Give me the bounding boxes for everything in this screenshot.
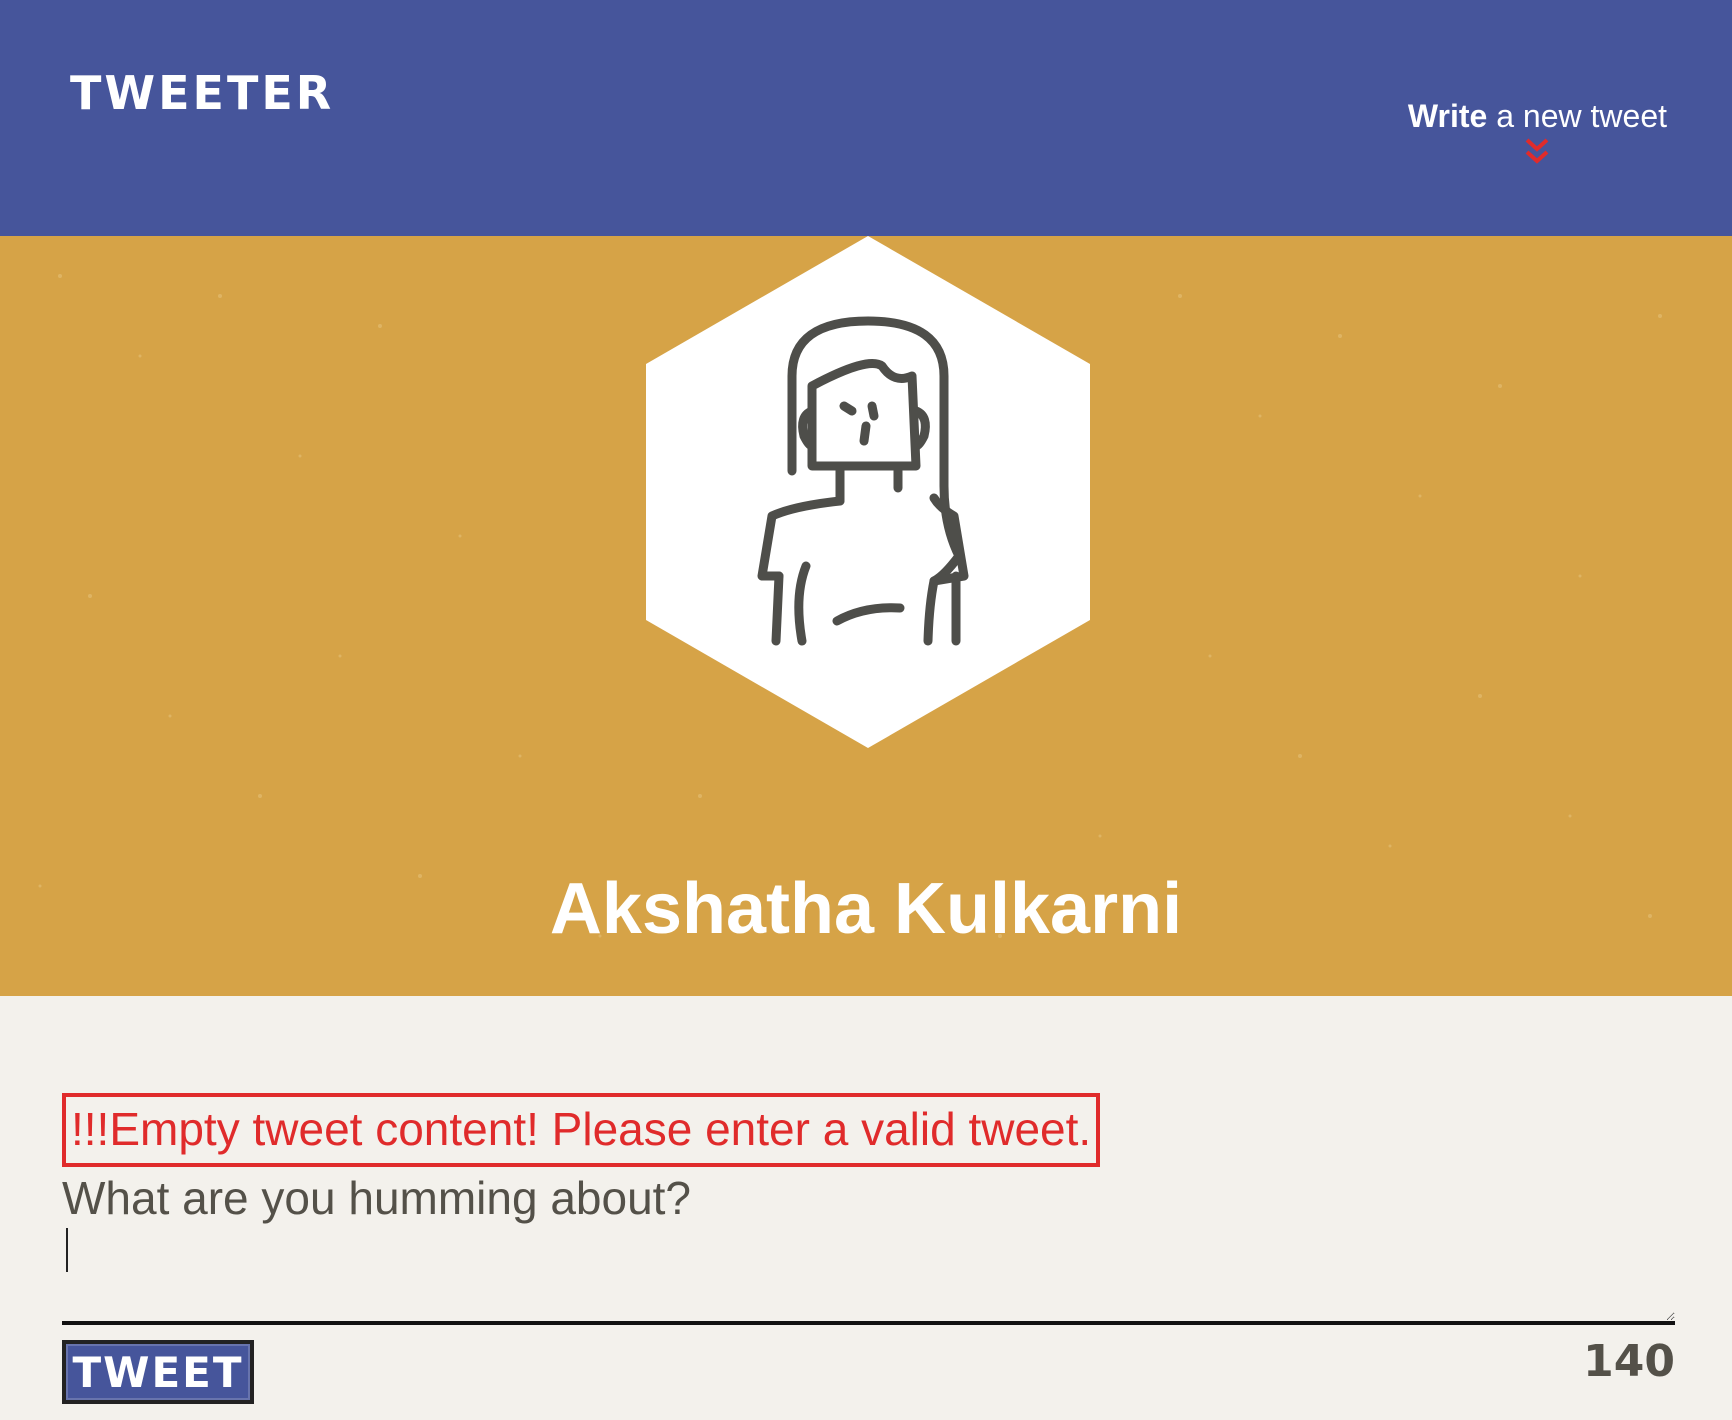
tweet-composer: !!!Empty tweet content! Please enter a v… <box>62 1093 1675 1325</box>
profile-name: Akshatha Kulkarni <box>549 869 1183 949</box>
profile-header: Akshatha Kulkarni <box>0 236 1732 996</box>
text-cursor <box>66 1228 68 1272</box>
top-nav: TWEETER Write a new tweet <box>0 0 1732 236</box>
write-new-tweet-link[interactable]: Write a new tweet <box>1408 98 1667 167</box>
tweet-textarea[interactable] <box>62 1229 1675 1325</box>
brand-logo[interactable]: TWEETER <box>70 66 334 120</box>
woman-avatar-icon <box>646 236 1090 748</box>
error-message: !!!Empty tweet content! Please enter a v… <box>62 1093 1101 1167</box>
tweet-input-label: What are you humming about? <box>62 1172 692 1224</box>
write-link-bold: Write <box>1407 98 1488 134</box>
double-chevron-down-icon <box>1526 138 1549 164</box>
tweet-submit-button[interactable]: TWEET <box>62 1340 254 1404</box>
write-link-rest: a new tweet <box>1487 98 1667 134</box>
character-counter: 140 <box>1583 1336 1675 1387</box>
